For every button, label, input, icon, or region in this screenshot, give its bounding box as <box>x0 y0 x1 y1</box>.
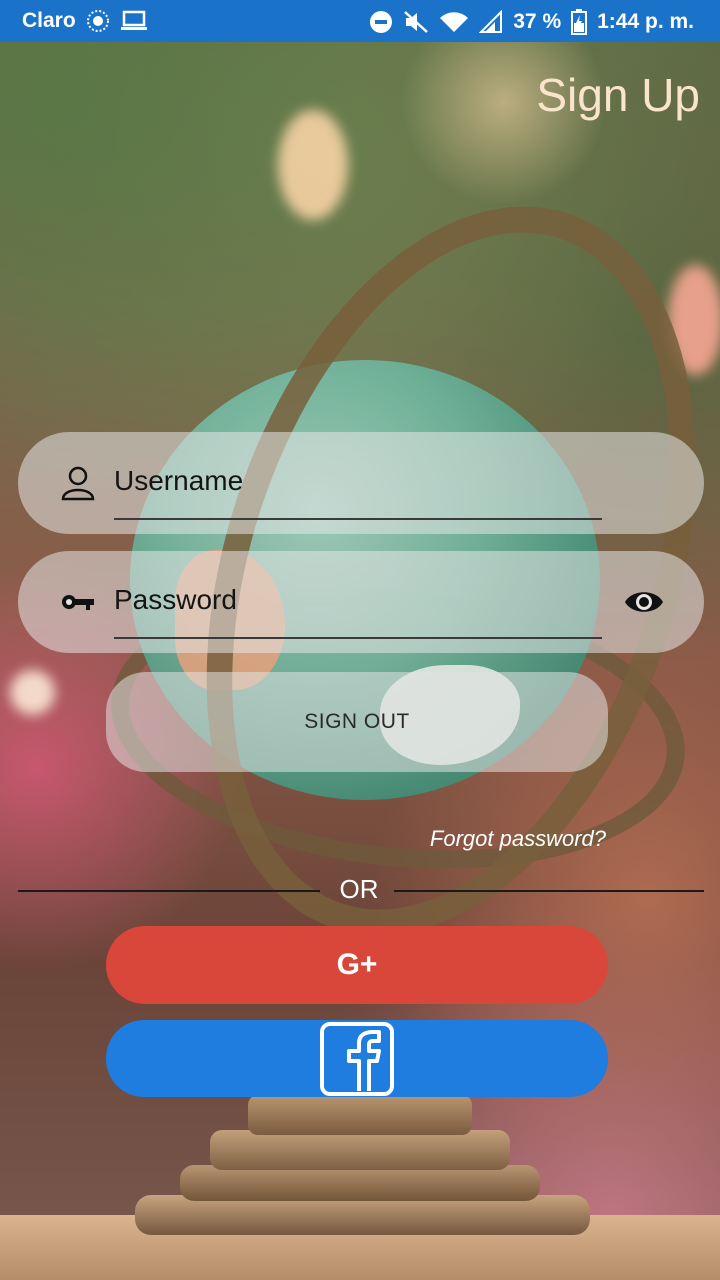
username-input[interactable]: Username <box>114 465 243 497</box>
lamp-light <box>10 670 55 715</box>
carrier-label: Claro <box>22 9 76 32</box>
do-not-disturb-icon <box>370 11 393 33</box>
password-underline <box>114 637 602 639</box>
mute-icon <box>404 11 429 33</box>
password-input[interactable]: Password <box>114 584 237 616</box>
divider-line-right <box>394 890 704 892</box>
status-bar: Claro 37 % 1:44 p. m. <box>0 0 720 42</box>
battery-icon <box>571 9 588 35</box>
divider-line-left <box>18 890 320 892</box>
username-field[interactable]: Username <box>18 432 704 534</box>
sync-icon <box>86 10 109 32</box>
google-signin-button[interactable]: G+ <box>106 926 608 1004</box>
password-field[interactable]: Password <box>18 551 704 653</box>
facebook-signin-button[interactable] <box>106 1020 608 1097</box>
or-divider: OR <box>18 866 704 910</box>
laptop-icon <box>120 10 147 30</box>
wifi-icon <box>440 12 469 32</box>
battery-percent: 37 % <box>513 10 562 33</box>
globe-stand <box>210 1130 510 1170</box>
forgot-password-link[interactable]: Forgot password? <box>430 826 606 852</box>
globe-stand <box>180 1165 540 1201</box>
clock: 1:44 p. m. <box>597 10 694 33</box>
google-plus-label: G+ <box>336 948 378 981</box>
eye-icon[interactable] <box>624 586 664 618</box>
person-icon <box>61 466 95 501</box>
globe-stand <box>248 1095 472 1135</box>
signal-icon <box>479 10 503 33</box>
page-title: Sign Up <box>536 69 700 121</box>
facebook-icon <box>320 1021 394 1096</box>
globe-stand <box>135 1195 590 1235</box>
key-icon <box>62 595 94 610</box>
sign-out-button[interactable]: SIGN OUT <box>106 672 608 772</box>
or-label: OR <box>339 874 379 904</box>
lamp-light <box>278 110 348 220</box>
username-underline <box>114 518 602 520</box>
sign-out-label: SIGN OUT <box>304 710 410 733</box>
